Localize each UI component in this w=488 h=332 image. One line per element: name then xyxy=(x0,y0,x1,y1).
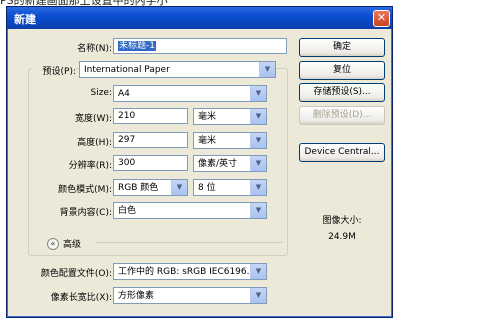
height-label: 高度(H): xyxy=(77,138,112,148)
bit-depth-value: 8 位 xyxy=(198,183,216,193)
save-preset-button[interactable]: 存储预设(S)... xyxy=(299,83,385,102)
color-profile-value: 工作中的 RGB: sRGB IEC6196... xyxy=(118,267,256,277)
size-value: A4 xyxy=(118,89,130,99)
size-label: Size: xyxy=(90,88,112,98)
chevron-down-icon: ▼ xyxy=(250,203,266,218)
image-size-value: 24.9M xyxy=(328,232,356,242)
title-bar: 新建 ✕ xyxy=(7,7,392,29)
background-select[interactable]: 白色 ▼ xyxy=(113,202,267,219)
resolution-unit-select[interactable]: 像素/英寸 ▼ xyxy=(193,155,267,172)
close-button[interactable]: ✕ xyxy=(373,10,390,27)
device-central-button[interactable]: Device Central... xyxy=(299,143,385,162)
image-size-label: 图像大小: xyxy=(322,216,362,226)
name-label: 名称(N): xyxy=(77,44,112,54)
background-value: 白色 xyxy=(118,206,137,216)
background-label: 背景内容(C): xyxy=(59,208,112,218)
name-input[interactable]: 未标题-1 xyxy=(113,38,287,54)
resolution-label: 分辨率(R): xyxy=(68,161,112,171)
pixel-aspect-value: 方形像素 xyxy=(118,291,155,301)
color-profile-select[interactable]: 工作中的 RGB: sRGB IEC6196... ▼ xyxy=(113,263,267,280)
advanced-label[interactable]: 高级 xyxy=(63,237,81,250)
width-unit-value: 毫米 xyxy=(198,112,217,122)
preset-value: International Paper xyxy=(84,65,170,75)
chevron-down-icon: ▼ xyxy=(259,62,275,77)
chevron-down-icon: ▼ xyxy=(250,288,266,303)
chevron-down-icon: ▼ xyxy=(250,133,266,148)
height-input[interactable]: 297 xyxy=(113,132,188,148)
color-mode-label: 颜色模式(M): xyxy=(58,185,112,195)
height-unit-select[interactable]: 毫米 ▼ xyxy=(193,132,267,149)
delete-preset-button: 删除预设(D)... xyxy=(299,106,385,125)
collapse-advanced-icon[interactable]: « xyxy=(47,238,59,250)
chevron-down-icon: ▼ xyxy=(250,86,266,101)
color-profile-label: 颜色配置文件(O): xyxy=(40,269,112,279)
preset-label: 预设(P): xyxy=(32,64,76,77)
width-label: 宽度(W): xyxy=(75,114,112,124)
chevron-down-icon: ▼ xyxy=(250,156,266,171)
width-unit-select[interactable]: 毫米 ▼ xyxy=(193,108,267,125)
bit-depth-select[interactable]: 8 位 ▼ xyxy=(193,179,267,196)
preset-select[interactable]: International Paper ▼ xyxy=(79,61,276,78)
advanced-divider xyxy=(95,242,283,243)
ok-button[interactable]: 确定 xyxy=(299,38,385,57)
resolution-unit-value: 像素/英寸 xyxy=(198,159,238,169)
reset-button[interactable]: 复位 xyxy=(299,61,385,80)
name-value: 未标题-1 xyxy=(118,41,156,51)
size-select[interactable]: A4 ▼ xyxy=(113,85,267,102)
color-mode-value: RGB 颜色 xyxy=(118,183,159,193)
width-input[interactable]: 210 xyxy=(113,108,188,124)
dialog-title: 新建 xyxy=(14,13,36,26)
resolution-input[interactable]: 300 xyxy=(113,155,188,171)
new-document-dialog: 新建 ✕ 名称(N): 未标题-1 预设(P): International P… xyxy=(6,6,393,318)
pixel-aspect-label: 像素长宽比(X): xyxy=(50,293,112,303)
height-unit-value: 毫米 xyxy=(198,136,217,146)
chevron-down-icon: ▼ xyxy=(250,180,266,195)
chevron-down-icon: ▼ xyxy=(250,109,266,124)
chevron-down-icon: ▼ xyxy=(250,264,266,279)
pixel-aspect-select[interactable]: 方形像素 ▼ xyxy=(113,287,267,304)
chevron-down-icon: ▼ xyxy=(171,180,187,195)
color-mode-select[interactable]: RGB 颜色 ▼ xyxy=(113,179,188,196)
